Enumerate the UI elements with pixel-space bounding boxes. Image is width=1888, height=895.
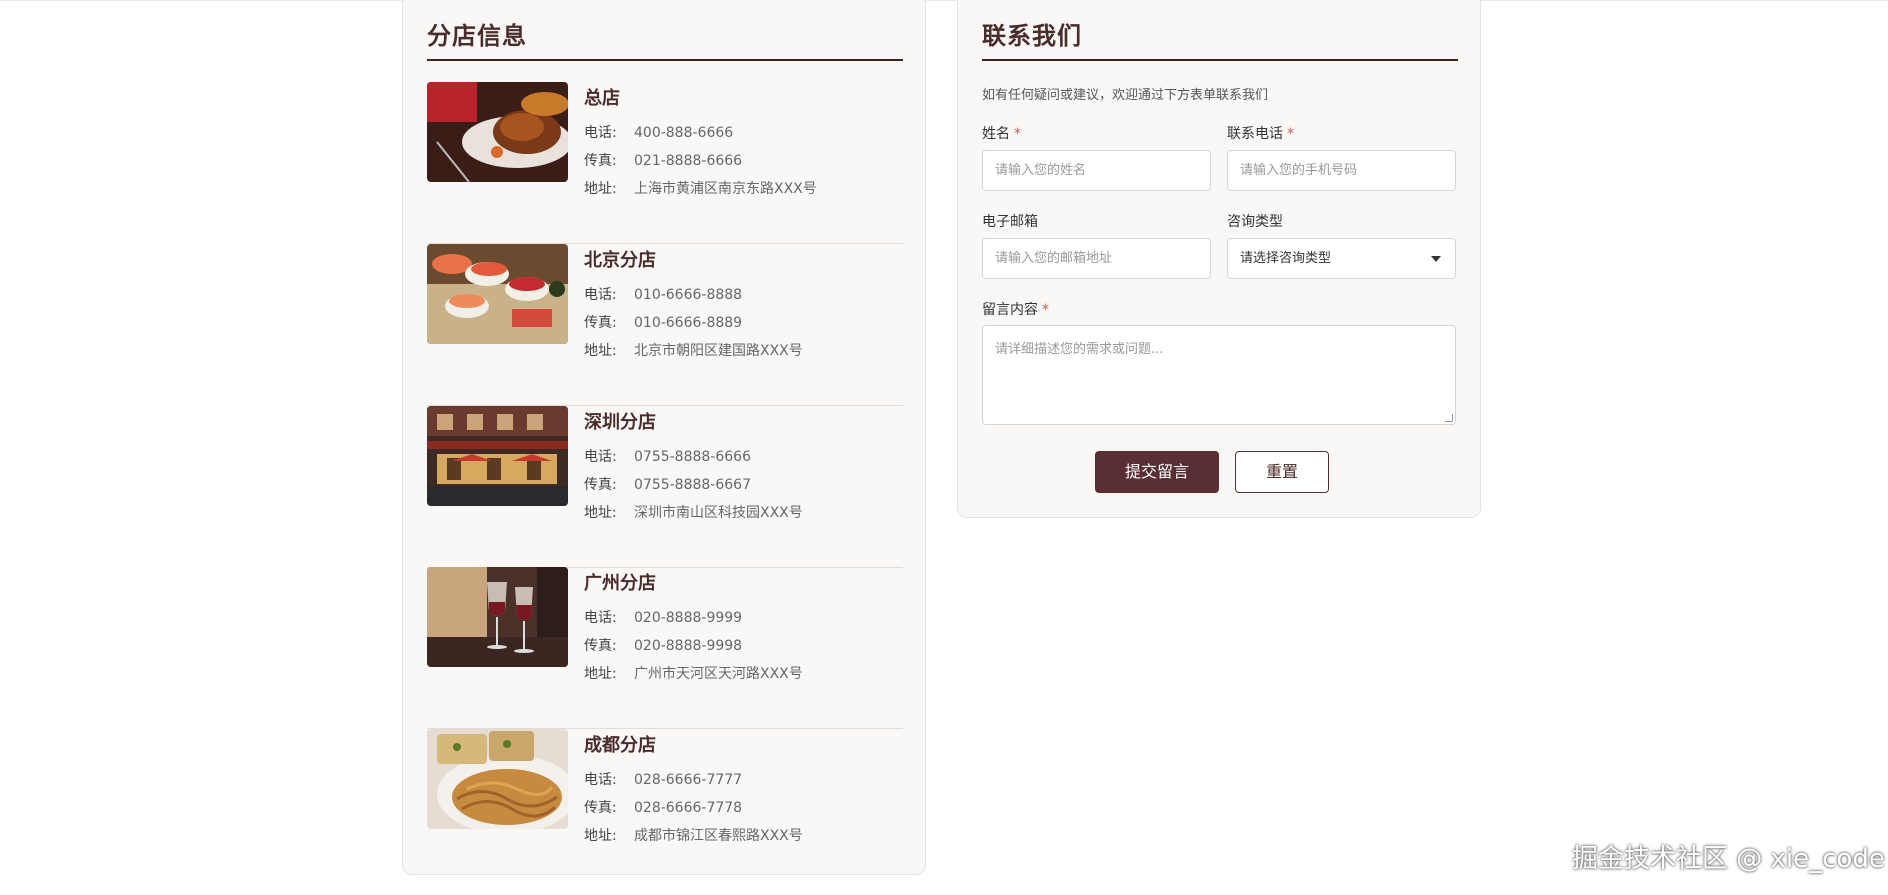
message-textarea[interactable]: 请详细描述您的需求或问题...: [982, 325, 1456, 425]
store-address: 成都市锦江区春熙路XXX号: [634, 828, 803, 844]
phone-label: 联系电话 *: [1227, 123, 1294, 143]
email-placeholder: 请输入您的邮箱地址: [995, 251, 1113, 266]
required-mark: *: [1014, 126, 1021, 142]
email-input[interactable]: 请输入您的邮箱地址: [982, 238, 1211, 279]
store-address-row: 地址: 成都市锦江区春熙路XXX号: [584, 825, 803, 845]
store-phone: 0755-8888-6666: [634, 449, 751, 465]
store-fax-row: 传真: 020-8888-9998: [584, 635, 742, 655]
store-fax-row: 传真: 028-6666-7778: [584, 797, 742, 817]
store-address-row: 地址: 上海市黄浦区南京东路XXX号: [584, 178, 817, 198]
store-fax-row: 传真: 010-6666-8889: [584, 312, 742, 332]
email-label: 电子邮箱: [982, 214, 1038, 230]
store-address: 深圳市南山区科技园XXX号: [634, 505, 803, 521]
title-divider: [982, 59, 1458, 61]
store-phone: 028-6666-7777: [634, 772, 743, 788]
top-border: [0, 0, 1888, 1]
store-card: 深圳分店 电话: 0755-8888-6666 传真: 0755-8888-6667…: [427, 406, 903, 568]
phone-placeholder: 请输入您的手机号码: [1240, 163, 1358, 178]
message-label-text: 留言内容: [982, 302, 1038, 318]
phone-label: 电话:: [584, 610, 617, 626]
contact-title: 联系我们: [982, 22, 1082, 50]
store-phone-row: 电话: 0755-8888-6666: [584, 446, 751, 466]
store-name: 成都分店: [584, 735, 656, 756]
store-name: 北京分店: [584, 250, 656, 271]
store-address: 广州市天河区天河路XXX号: [634, 666, 803, 682]
spaghetti-photo: [427, 729, 568, 829]
sushi-platter-photo: [427, 244, 568, 344]
resize-grip-icon[interactable]: [1445, 414, 1453, 422]
store-address-row: 地址: 北京市朝阳区建国路XXX号: [584, 340, 803, 360]
store-fax: 010-6666-8889: [634, 315, 743, 331]
store-fax-row: 传真: 021-8888-6666: [584, 150, 742, 170]
name-label-text: 姓名: [982, 126, 1010, 142]
message-label: 留言内容 *: [982, 299, 1049, 319]
address-label: 地址:: [584, 828, 617, 844]
store-phone-row: 电话: 010-6666-8888: [584, 284, 742, 304]
store-address: 北京市朝阳区建国路XXX号: [634, 343, 803, 359]
branches-title: 分店信息: [427, 22, 527, 50]
roast-chicken-photo: [427, 82, 568, 182]
contact-intro: 如有任何疑问或建议，欢迎通过下方表单联系我们: [982, 88, 1269, 103]
message-placeholder: 请详细描述您的需求或问题...: [995, 342, 1164, 357]
address-label: 地址:: [584, 343, 617, 359]
address-label: 地址:: [584, 666, 617, 682]
phone-label: 电话:: [584, 772, 617, 788]
name-placeholder: 请输入您的姓名: [995, 163, 1087, 178]
phone-input[interactable]: 请输入您的手机号码: [1227, 150, 1456, 191]
store-card: 广州分店 电话: 020-8888-9999 传真: 020-8888-9998 地…: [427, 567, 903, 729]
fax-label: 传真:: [584, 800, 617, 816]
store-fax: 0755-8888-6667: [634, 477, 751, 493]
store-phone: 020-8888-9999: [634, 610, 743, 626]
store-phone-row: 电话: 400-888-6666: [584, 122, 733, 142]
name-label: 姓名 *: [982, 123, 1021, 143]
inquiry-type-label: 咨询类型: [1227, 214, 1283, 230]
wine-glasses-photo: [427, 567, 568, 667]
store-address: 上海市黄浦区南京东路XXX号: [634, 181, 817, 197]
store-card: 成都分店 电话: 028-6666-7777 传真: 028-6666-7778 地…: [427, 729, 903, 891]
inquiry-type-value: 请选择咨询类型: [1240, 251, 1332, 266]
store-name: 总店: [584, 88, 620, 109]
store-phone: 010-6666-8888: [634, 287, 743, 303]
phone-label: 电话:: [584, 125, 617, 141]
address-label: 地址:: [584, 505, 617, 521]
fax-label: 传真:: [584, 477, 617, 493]
watermark: 掘金技术社区 @ xie_code: [1572, 844, 1885, 874]
inquiry-type-select[interactable]: 请选择咨询类型: [1227, 238, 1456, 279]
store-name: 广州分店: [584, 573, 656, 594]
store-card: 总店 电话: 400-888-6666 传真: 021-8888-6666 地址: 上…: [427, 82, 903, 244]
store-address-row: 地址: 广州市天河区天河路XXX号: [584, 663, 803, 683]
fax-label: 传真:: [584, 638, 617, 654]
store-phone: 400-888-6666: [634, 125, 734, 141]
store-fax: 021-8888-6666: [634, 153, 743, 169]
store-phone-row: 电话: 020-8888-9999: [584, 607, 742, 627]
required-mark: *: [1287, 126, 1294, 142]
reset-button[interactable]: 重置: [1235, 451, 1329, 493]
fax-label: 传真:: [584, 315, 617, 331]
restaurant-storefront-photo: [427, 406, 568, 506]
store-name: 深圳分店: [584, 412, 656, 433]
store-phone-row: 电话: 028-6666-7777: [584, 769, 742, 789]
store-fax: 020-8888-9998: [634, 638, 743, 654]
store-address-row: 地址: 深圳市南山区科技园XXX号: [584, 502, 803, 522]
phone-label: 电话:: [584, 449, 617, 465]
phone-label: 电话:: [584, 287, 617, 303]
contact-panel: 联系我们 如有任何疑问或建议，欢迎通过下方表单联系我们 姓名 * 请输入您的姓名 …: [957, 0, 1481, 518]
store-card: 北京分店 电话: 010-6666-8888 传真: 010-6666-8889 地…: [427, 244, 903, 406]
branches-panel: 分店信息 总店 电话: 400-888-6666 传真: 021-8888-6666…: [402, 0, 926, 875]
name-input[interactable]: 请输入您的姓名: [982, 150, 1211, 191]
submit-button[interactable]: 提交留言: [1095, 451, 1219, 493]
chevron-down-icon: [1431, 256, 1441, 262]
fax-label: 传真:: [584, 153, 617, 169]
address-label: 地址:: [584, 181, 617, 197]
title-divider: [427, 59, 903, 61]
required-mark: *: [1042, 302, 1049, 318]
phone-label-text: 联系电话: [1227, 126, 1283, 142]
store-fax-row: 传真: 0755-8888-6667: [584, 474, 751, 494]
store-fax: 028-6666-7778: [634, 800, 743, 816]
